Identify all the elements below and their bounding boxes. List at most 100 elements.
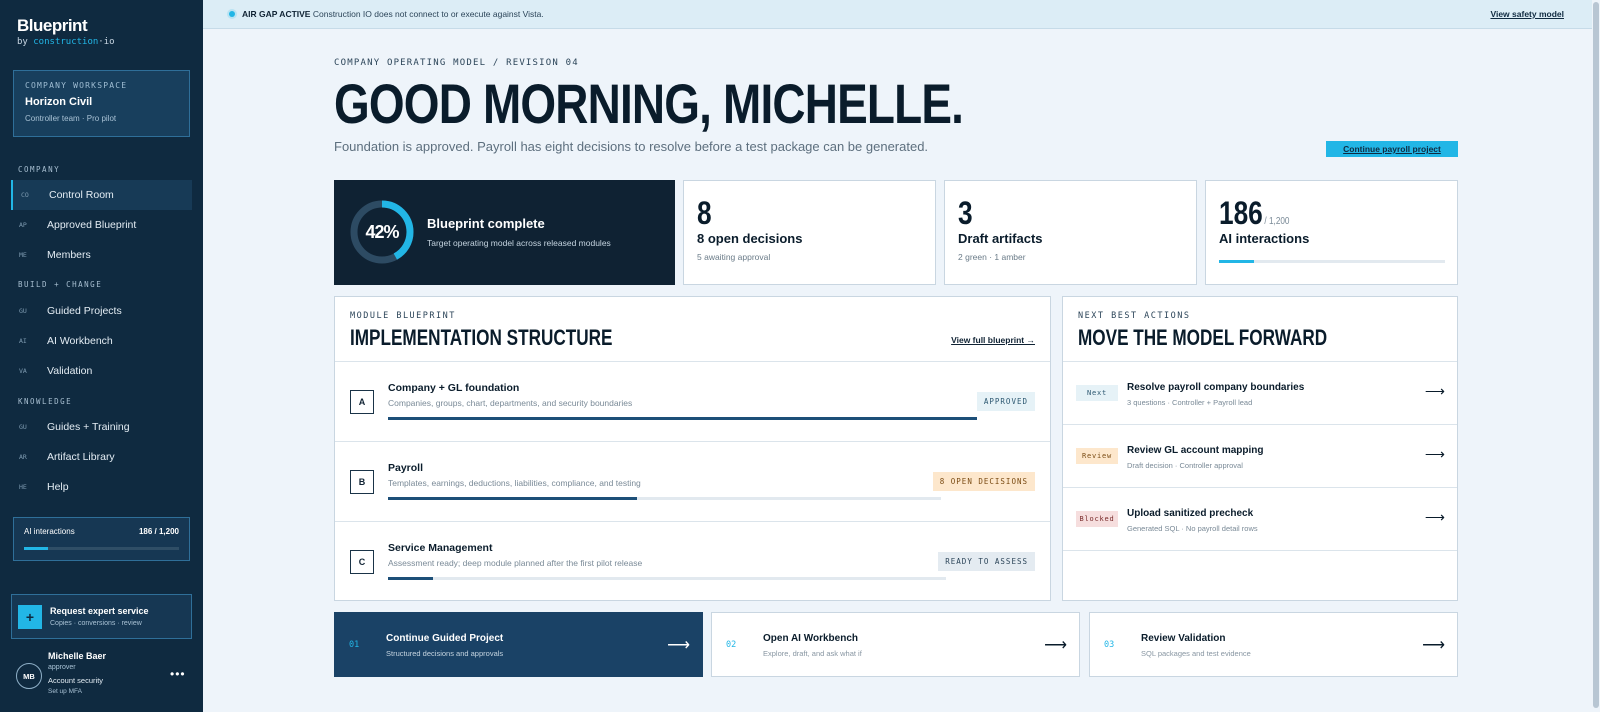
structure-title: IMPLEMENTATION STRUCTURE (350, 325, 613, 350)
card-number: 01 (349, 640, 360, 650)
module-letter: C (350, 550, 374, 574)
module-name: Company + GL foundation (388, 382, 520, 394)
card-title: Continue Guided Project (386, 633, 504, 644)
continue-payroll-button[interactable]: Continue payroll project (1326, 141, 1458, 157)
sidebar-item-members[interactable]: ME Members (11, 240, 192, 270)
sidebar-item-label: Approved Blueprint (47, 219, 137, 231)
sidebar-item-guided-projects[interactable]: GU Guided Projects (11, 296, 192, 326)
nav-abbr: AR (19, 453, 27, 461)
decisions-count: 8 (697, 195, 712, 231)
request-expert-button[interactable]: + Request expert service Copies · conver… (11, 594, 192, 639)
action-title: Upload sanitized precheck (1127, 508, 1254, 519)
open-decisions-card[interactable]: 8 8 open decisions 5 awaiting approval (683, 180, 936, 285)
workspace-label: COMPANY WORKSPACE (25, 81, 128, 90)
module-progress-fill (388, 417, 977, 420)
ai-interactions-card[interactable]: 186/ 1,200 AI interactions (1205, 180, 1458, 285)
module-name: Payroll (388, 462, 424, 474)
implementation-structure-panel: MODULE BLUEPRINT IMPLEMENTATION STRUCTUR… (334, 296, 1051, 601)
arrow-right-icon: ⟶ (1422, 637, 1445, 654)
banner-message: Construction IO does not connect to or e… (310, 9, 544, 19)
sidebar-item-ai-workbench[interactable]: AI AI Workbench (11, 326, 192, 356)
next-best-actions-panel: NEXT BEST ACTIONS MOVE THE MODEL FORWARD… (1062, 296, 1458, 601)
view-safety-model-link[interactable]: View safety model (1490, 9, 1564, 19)
hero-eyebrow: COMPANY OPERATING MODEL / REVISION 04 (334, 58, 579, 68)
action-title: Review GL account mapping (1127, 445, 1264, 456)
continue-guided-project-card[interactable]: 01 Continue Guided Project Structured de… (334, 612, 703, 677)
draft-artifacts-card[interactable]: 3 Draft artifacts 2 green · 1 amber (944, 180, 1197, 285)
ai-progress-fill (1219, 260, 1255, 263)
action-item[interactable]: Next Resolve payroll company boundaries … (1063, 362, 1457, 425)
workspace-switcher[interactable]: COMPANY WORKSPACE Horizon Civil Controll… (13, 70, 190, 137)
action-item[interactable]: Review Review GL account mapping Draft d… (1063, 425, 1457, 488)
sidebar-item-guides-training[interactable]: GU Guides + Training (11, 412, 192, 442)
setup-mfa-link[interactable]: Set up MFA (48, 688, 106, 695)
expert-sub: Copies · conversions · review (50, 620, 142, 627)
card-sub: Structured decisions and approvals (386, 649, 504, 658)
structure-eyebrow: MODULE BLUEPRINT (350, 311, 456, 321)
brand-by-prefix: by (17, 37, 34, 47)
open-ai-workbench-card[interactable]: 02 Open AI Workbench Explore, draft, and… (711, 612, 1080, 677)
scrollbar-thumb[interactable] (1593, 2, 1599, 708)
arrow-right-icon: ⟶ (1424, 509, 1445, 525)
blueprint-sub: Target operating model across released m… (427, 238, 611, 248)
sidebar-item-label: Help (47, 481, 69, 493)
sidebar-item-approved-blueprint[interactable]: AP Approved Blueprint (11, 210, 192, 240)
review-validation-card[interactable]: 03 Review Validation SQL packages and te… (1089, 612, 1458, 677)
user-name: Michelle Baer (48, 651, 107, 661)
sidebar-item-help[interactable]: HE Help (11, 472, 192, 502)
ai-count-value: 186 (1219, 195, 1263, 231)
workspace-sub: Controller team · Pro pilot (25, 114, 117, 123)
arrow-right-icon: ⟶ (1044, 637, 1067, 654)
sidebar: Blueprint by construction·io COMPANY WOR… (0, 0, 203, 712)
ai-progress-track (1219, 260, 1445, 263)
account-security-link[interactable]: Account security (48, 676, 106, 685)
nav-group-knowledge: KNOWLEDGE (18, 397, 73, 406)
workspace-name: Horizon Civil (25, 96, 93, 108)
status-badge: 8 OPEN DECISIONS (932, 472, 1035, 491)
module-row-c[interactable]: C Service Management Assessment ready; d… (335, 522, 1050, 602)
module-row-a[interactable]: A Company + GL foundation Companies, gro… (335, 362, 1050, 442)
nav-abbr: VA (19, 367, 27, 375)
sidebar-item-validation[interactable]: VA Validation (11, 356, 192, 386)
card-sub: Explore, draft, and ask what if (763, 649, 862, 658)
module-row-b[interactable]: B Payroll Templates, earnings, deduction… (335, 442, 1050, 522)
avatar[interactable]: MB (16, 663, 42, 689)
nav-abbr: HE (19, 483, 27, 491)
module-desc: Templates, earnings, deductions, liabili… (388, 478, 641, 488)
sidebar-item-control-room[interactable]: CO Control Room (11, 180, 192, 210)
status-badge: Blocked (1076, 511, 1118, 527)
ai-title: AI interactions (1219, 231, 1310, 246)
module-name: Service Management (388, 542, 493, 554)
view-full-blueprint-link[interactable]: View full blueprint → (951, 335, 1035, 345)
card-number: 03 (1104, 640, 1115, 650)
status-badge: Next (1076, 385, 1118, 401)
nav-abbr: GU (19, 423, 27, 431)
card-title: Review Validation (1141, 633, 1226, 644)
status-badge: READY TO ASSESS (938, 552, 1035, 571)
ai-usage-meter: AI interactions 186 / 1,200 (13, 517, 190, 561)
nav-group-build: BUILD + CHANGE (18, 280, 103, 289)
sidebar-item-label: Guided Projects (47, 305, 122, 317)
user-role: approver (48, 664, 76, 671)
artifacts-sub: 2 green · 1 amber (958, 252, 1026, 262)
decisions-sub: 5 awaiting approval (697, 252, 771, 262)
ai-usage-track (24, 547, 179, 550)
module-letter: A (350, 390, 374, 414)
nav-abbr: ME (19, 251, 27, 259)
module-progress (388, 497, 941, 500)
module-desc: Assessment ready; deep module planned af… (388, 558, 643, 568)
brand-logo[interactable]: Blueprint by construction·io (17, 16, 115, 47)
user-info: Michelle Baer approver Account security … (48, 651, 106, 695)
action-item[interactable]: Blocked Upload sanitized precheck Genera… (1063, 488, 1457, 551)
more-options-icon[interactable]: ••• (170, 667, 186, 681)
ai-usage-label: AI interactions (24, 527, 75, 536)
nav-abbr: AI (19, 337, 27, 345)
card-title: Open AI Workbench (763, 633, 859, 644)
nav-abbr: AP (19, 221, 27, 229)
sidebar-item-label: Artifact Library (47, 451, 115, 463)
brand-by-suffix: ·io (98, 37, 115, 47)
nav-abbr: CO (21, 191, 29, 199)
sidebar-item-label: Members (47, 249, 91, 261)
sidebar-item-artifact-library[interactable]: AR Artifact Library (11, 442, 192, 472)
banner-text: AIR GAP ACTIVE Construction IO does not … (242, 9, 544, 19)
